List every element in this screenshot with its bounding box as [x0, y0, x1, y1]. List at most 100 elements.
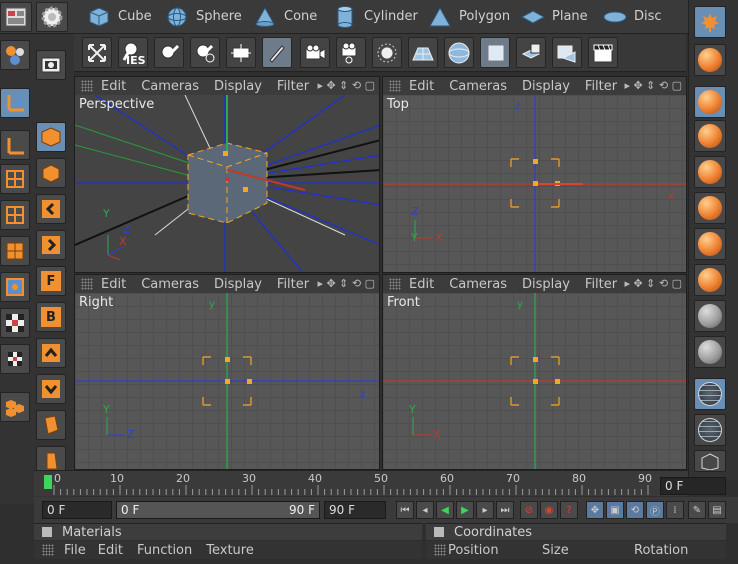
- parameter-key-button[interactable]: Ⓟ: [646, 501, 664, 519]
- polygon-primitive-button[interactable]: Polygon: [427, 0, 510, 33]
- polygons-mode-button[interactable]: [0, 236, 30, 266]
- checker-button[interactable]: [0, 308, 30, 338]
- start-frame-field[interactable]: 0 F: [42, 501, 112, 519]
- menu-filter[interactable]: Filter: [585, 79, 617, 94]
- grip-handle[interactable]: [389, 80, 401, 92]
- wire-cube-button[interactable]: [694, 450, 726, 472]
- material-button-3[interactable]: [694, 120, 726, 152]
- plane-primitive-button[interactable]: Plane: [520, 0, 588, 33]
- menu-cameras[interactable]: Cameras: [141, 277, 199, 292]
- material-button-6[interactable]: [694, 228, 726, 260]
- uv-points-button[interactable]: [0, 272, 30, 302]
- menu-edit[interactable]: Edit: [101, 79, 126, 94]
- cluster-button[interactable]: [0, 392, 30, 422]
- environment-button[interactable]: [444, 37, 474, 68]
- sphere-primitive-button[interactable]: Sphere: [164, 0, 242, 33]
- menu-display[interactable]: Display: [214, 277, 262, 292]
- material-button-7[interactable]: [694, 264, 726, 296]
- target-camera-button[interactable]: [336, 37, 366, 68]
- top-canvas[interactable]: Top z x Z Y X: [383, 95, 686, 272]
- playhead-marker[interactable]: [44, 475, 52, 489]
- material-button-1[interactable]: [694, 44, 726, 76]
- material-button-2[interactable]: [694, 86, 726, 118]
- menu-filter[interactable]: Filter: [277, 277, 309, 292]
- layout-button[interactable]: [0, 2, 32, 32]
- front-canvas[interactable]: Front y Y X: [383, 293, 686, 469]
- stage-button[interactable]: [552, 37, 582, 68]
- disc-primitive-button[interactable]: Disc: [602, 0, 662, 33]
- menu-filter[interactable]: Filter: [585, 277, 617, 292]
- timeline-ruler[interactable]: 0 10 20 30 40 50 60 70 80 90 0 F: [34, 470, 726, 496]
- menu-cameras[interactable]: Cameras: [449, 277, 507, 292]
- current-frame-field[interactable]: 0 F: [660, 477, 726, 495]
- points-mode-button[interactable]: [0, 164, 30, 194]
- camera-button[interactable]: [300, 37, 330, 68]
- target-light-button[interactable]: [190, 37, 220, 68]
- viewport-nav-controls[interactable]: ▸ ✥ ⇕ ⟲ ▢: [624, 277, 682, 290]
- autokey-button[interactable]: ◉: [540, 501, 558, 519]
- rotation-key-button[interactable]: ⟲: [626, 501, 644, 519]
- perspective-canvas[interactable]: Perspective Y Z X: [75, 95, 379, 272]
- menu-edit[interactable]: Edit: [101, 277, 126, 292]
- wire-sphere-button[interactable]: [694, 378, 726, 410]
- edges-mode-button[interactable]: [0, 200, 30, 230]
- texture-mode-button[interactable]: [36, 158, 66, 188]
- move-tool-button[interactable]: [0, 88, 30, 118]
- object-mode-button[interactable]: [36, 122, 66, 152]
- right-viewport[interactable]: Edit Cameras Display Filter ▸ ✥ ⇕ ⟲ ▢ Ri…: [74, 274, 380, 470]
- previous-button[interactable]: [36, 194, 66, 224]
- go-to-end-button[interactable]: ⏭: [496, 501, 514, 519]
- next-button[interactable]: [36, 230, 66, 260]
- materials-menu-texture[interactable]: Texture: [206, 543, 254, 558]
- scale-key-button[interactable]: ▣: [606, 501, 624, 519]
- checker-small-button[interactable]: [0, 344, 30, 374]
- menu-edit[interactable]: Edit: [409, 277, 434, 292]
- right-canvas[interactable]: Right y z Y Z: [75, 293, 379, 469]
- menu-display[interactable]: Display: [214, 79, 262, 94]
- menu-cameras[interactable]: Cameras: [449, 79, 507, 94]
- materials-menu-function[interactable]: Function: [137, 543, 192, 558]
- wire-sphere-button-2[interactable]: [694, 414, 726, 446]
- materials-menu-edit[interactable]: Edit: [98, 543, 123, 558]
- down-view-button[interactable]: [36, 374, 66, 404]
- material-button-8[interactable]: [694, 300, 726, 332]
- material-button-9[interactable]: [694, 336, 726, 368]
- cube-primitive-button[interactable]: Cube: [86, 0, 152, 33]
- grip-handle[interactable]: [42, 544, 54, 556]
- scene-button[interactable]: [588, 37, 618, 68]
- axis-button[interactable]: [0, 130, 30, 160]
- timeline-window-button[interactable]: ▤: [708, 501, 726, 519]
- floor-button[interactable]: [408, 37, 438, 68]
- viewport-nav-controls[interactable]: ▸ ✥ ⇕ ⟲ ▢: [317, 79, 375, 92]
- end-frame-field[interactable]: 90 F: [324, 501, 386, 519]
- go-to-start-button[interactable]: ⏮: [396, 501, 414, 519]
- menu-cameras[interactable]: Cameras: [141, 79, 199, 94]
- material-button-4[interactable]: [694, 156, 726, 188]
- grip-handle[interactable]: [81, 278, 93, 290]
- viewport-nav-controls[interactable]: ▸ ✥ ⇕ ⟲ ▢: [624, 79, 682, 92]
- materials-menu-file[interactable]: File: [64, 543, 86, 558]
- motion-path-button[interactable]: ✎: [688, 501, 706, 519]
- render-settings-button[interactable]: [36, 2, 68, 32]
- up-view-button[interactable]: [36, 338, 66, 368]
- next-key-button[interactable]: ▸: [476, 501, 494, 519]
- arrange-tool-button[interactable]: [82, 37, 112, 68]
- top-viewport[interactable]: Edit Cameras Display Filter ▸ ✥ ⇕ ⟲ ▢ To…: [382, 76, 687, 273]
- keyframe-help-button[interactable]: ?: [560, 501, 578, 519]
- sky-button[interactable]: [372, 37, 402, 68]
- material-button-5[interactable]: [694, 192, 726, 224]
- back-view-button[interactable]: B: [36, 302, 66, 332]
- play-backward-button[interactable]: ◀: [436, 501, 454, 519]
- grip-handle[interactable]: [389, 278, 401, 290]
- point-level-button[interactable]: ⁞: [666, 501, 684, 519]
- pen-tool-button[interactable]: [262, 37, 292, 68]
- play-forward-button[interactable]: ▶: [456, 501, 474, 519]
- leaf-button[interactable]: [694, 6, 726, 38]
- cone-primitive-button[interactable]: Cone: [252, 0, 317, 33]
- previous-key-button[interactable]: ◂: [416, 501, 434, 519]
- menu-edit[interactable]: Edit: [409, 79, 434, 94]
- menu-filter[interactable]: Filter: [277, 79, 309, 94]
- tilt-view-button[interactable]: [36, 410, 66, 440]
- front-viewport[interactable]: Edit Cameras Display Filter ▸ ✥ ⇕ ⟲ ▢ Fr…: [382, 274, 687, 470]
- frame-range-slider[interactable]: 0 F 90 F: [116, 501, 320, 519]
